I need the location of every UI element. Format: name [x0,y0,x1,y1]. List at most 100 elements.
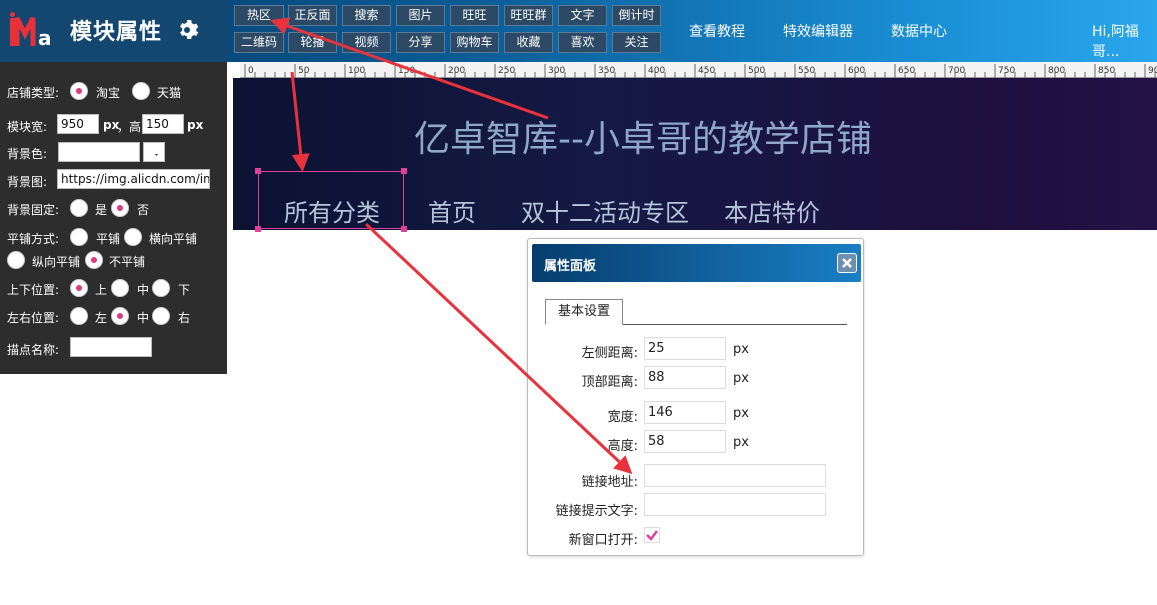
shop-type-tmall-label: 天猫 [157,86,182,100]
bg-image-url-input[interactable]: https://img.alicdn.com/imge [57,169,210,189]
banner-nav-home[interactable]: 首页 [428,193,476,228]
ruler-label: 350 [598,66,615,76]
shop-type-taobao-label: 淘宝 [96,86,121,100]
shop-type-tmall-radio[interactable] [132,82,150,100]
hpos-right-radio[interactable] [152,307,170,325]
ruler-label: 150 [398,66,415,76]
tab-basic-settings[interactable]: 基本设置 [545,299,623,325]
new-window-label: 新窗口打开: [568,533,638,548]
tile-no-repeat-radio[interactable] [85,251,103,269]
anchor-name-input[interactable] [70,337,152,357]
hpos-left-label: 左 [95,311,108,325]
resize-handle[interactable] [401,168,407,174]
shop-type-taobao-radio[interactable] [70,82,88,100]
toolbar-wangwang-button[interactable]: 旺旺 [450,5,499,26]
banner-nav-double12[interactable]: 双十二活动专区 [521,193,689,228]
close-icon [842,258,852,268]
bg-fixed-yes-radio[interactable] [70,199,88,217]
vpos-middle-label: 中 [137,283,150,297]
close-button[interactable] [837,253,857,273]
bg-color-label: 背景色: [7,147,48,161]
horizontal-position-label: 左右位置: [7,311,60,325]
ruler-label: 0 [248,66,254,76]
module-width-input[interactable]: 950 [57,114,99,134]
gear-icon[interactable] [176,18,200,42]
toolbar-flip-button[interactable]: 正反面 [288,5,337,26]
vpos-bottom-radio[interactable] [152,279,170,297]
bg-fixed-yes-label: 是 [95,203,108,217]
height-label: 高度: [607,439,638,454]
tile-repeat-x-label: 横向平铺 [149,232,198,246]
module-width-label: 模块宽: [7,120,48,134]
toolbar-hotspot-button[interactable]: 热区 [234,5,284,26]
hpos-center-radio[interactable] [111,307,129,325]
toolbar-search-button[interactable]: 搜索 [342,5,391,26]
anchor-name-label: 描点名称: [7,343,60,357]
left-distance-input[interactable]: 25 [644,337,726,360]
ruler-label: 850 [1098,66,1115,76]
top-distance-unit: px [733,371,749,386]
vpos-top-radio[interactable] [70,279,88,297]
link-tooltip-input[interactable] [644,493,826,516]
toolbar-cart-button[interactable]: 购物车 [450,32,499,53]
nav-tutorial-link[interactable]: 查看教程 [689,21,745,41]
hpos-right-label: 右 [178,311,191,325]
color-picker-button[interactable] [143,142,165,162]
svg-text:a: a [38,26,52,48]
shop-type-label: 店铺类型: [7,86,60,100]
toolbar-image-button[interactable]: 图片 [396,5,445,26]
link-url-label: 链接地址: [581,475,638,490]
hpos-left-radio[interactable] [70,307,88,325]
vpos-middle-radio[interactable] [111,279,129,297]
bg-color-input[interactable] [58,142,140,162]
module-height-input[interactable]: 150 [142,114,184,134]
ruler-label: 200 [448,66,465,76]
link-tooltip-label: 链接提示文字: [555,504,638,519]
user-greeting[interactable]: Hi,阿福哥... [1092,21,1157,61]
banner-nav-specials[interactable]: 本店特价 [724,193,820,228]
ruler-label: 550 [798,66,815,76]
toolbar-text-button[interactable]: 文字 [558,5,607,26]
toolbar-favorite-button[interactable]: 收藏 [504,32,553,53]
hpos-center-label: 中 [137,311,150,325]
ruler-label: 50 [298,66,310,76]
tile-repeat-y-label: 纵向平铺 [32,255,81,269]
toolbar-countdown-button[interactable]: 倒计时 [612,5,661,26]
toolbar-share-button[interactable]: 分享 [396,32,445,53]
left-distance-label: 左侧距离: [581,346,638,361]
nav-data-center-link[interactable]: 数据中心 [891,21,947,41]
link-url-input[interactable] [644,464,826,487]
toolbar-video-button[interactable]: 视频 [342,32,391,53]
toolbar-carousel-button[interactable]: 轮播 [288,32,337,53]
property-dialog: 属性面板 基本设置 左侧距离: 25 px 顶部距离: 88 px 宽度: 14… [527,238,864,556]
width-unit: px [733,406,749,421]
ruler-label: 250 [498,66,515,76]
top-distance-label: 顶部距离: [581,375,638,390]
module-height-label: ，高 [117,120,142,134]
ruler-label: 600 [848,66,865,76]
toolbar-wangwang-group-button[interactable]: 旺旺群 [504,5,553,26]
tile-repeat-radio[interactable] [70,228,88,246]
ruler-label: 400 [648,66,665,76]
toolbar-follow-button[interactable]: 关注 [612,32,661,53]
brand-title: 模块属性 [70,20,163,45]
tile-repeat-y-radio[interactable] [7,251,25,269]
width-input[interactable]: 146 [644,401,726,424]
top-distance-input[interactable]: 88 [644,366,726,389]
resize-handle[interactable] [255,226,261,232]
bg-fixed-no-label: 否 [137,203,150,217]
new-window-checkbox[interactable] [644,527,660,543]
module-properties-panel: 店铺类型: 淘宝 天猫 模块宽: 950 px ，高 150 px 背景色: 背… [0,62,227,374]
tile-repeat-x-radio[interactable] [124,228,142,246]
nav-effects-editor-link[interactable]: 特效编辑器 [783,21,853,41]
height-input[interactable]: 58 [644,430,726,453]
resize-handle[interactable] [401,226,407,232]
resize-handle[interactable] [255,168,261,174]
toolbar-like-button[interactable]: 喜欢 [558,32,607,53]
ruler-label: 750 [998,66,1015,76]
ruler-ticks: 0 50 100 150 200 250 300 350 400 450 500 550 600 650 7… [244,64,1157,78]
toolbar-qrcode-button[interactable]: 二维码 [234,32,284,53]
hotspot-selection[interactable] [255,168,407,232]
dialog-header[interactable]: 属性面板 [532,244,861,282]
bg-fixed-no-radio[interactable] [111,199,129,217]
